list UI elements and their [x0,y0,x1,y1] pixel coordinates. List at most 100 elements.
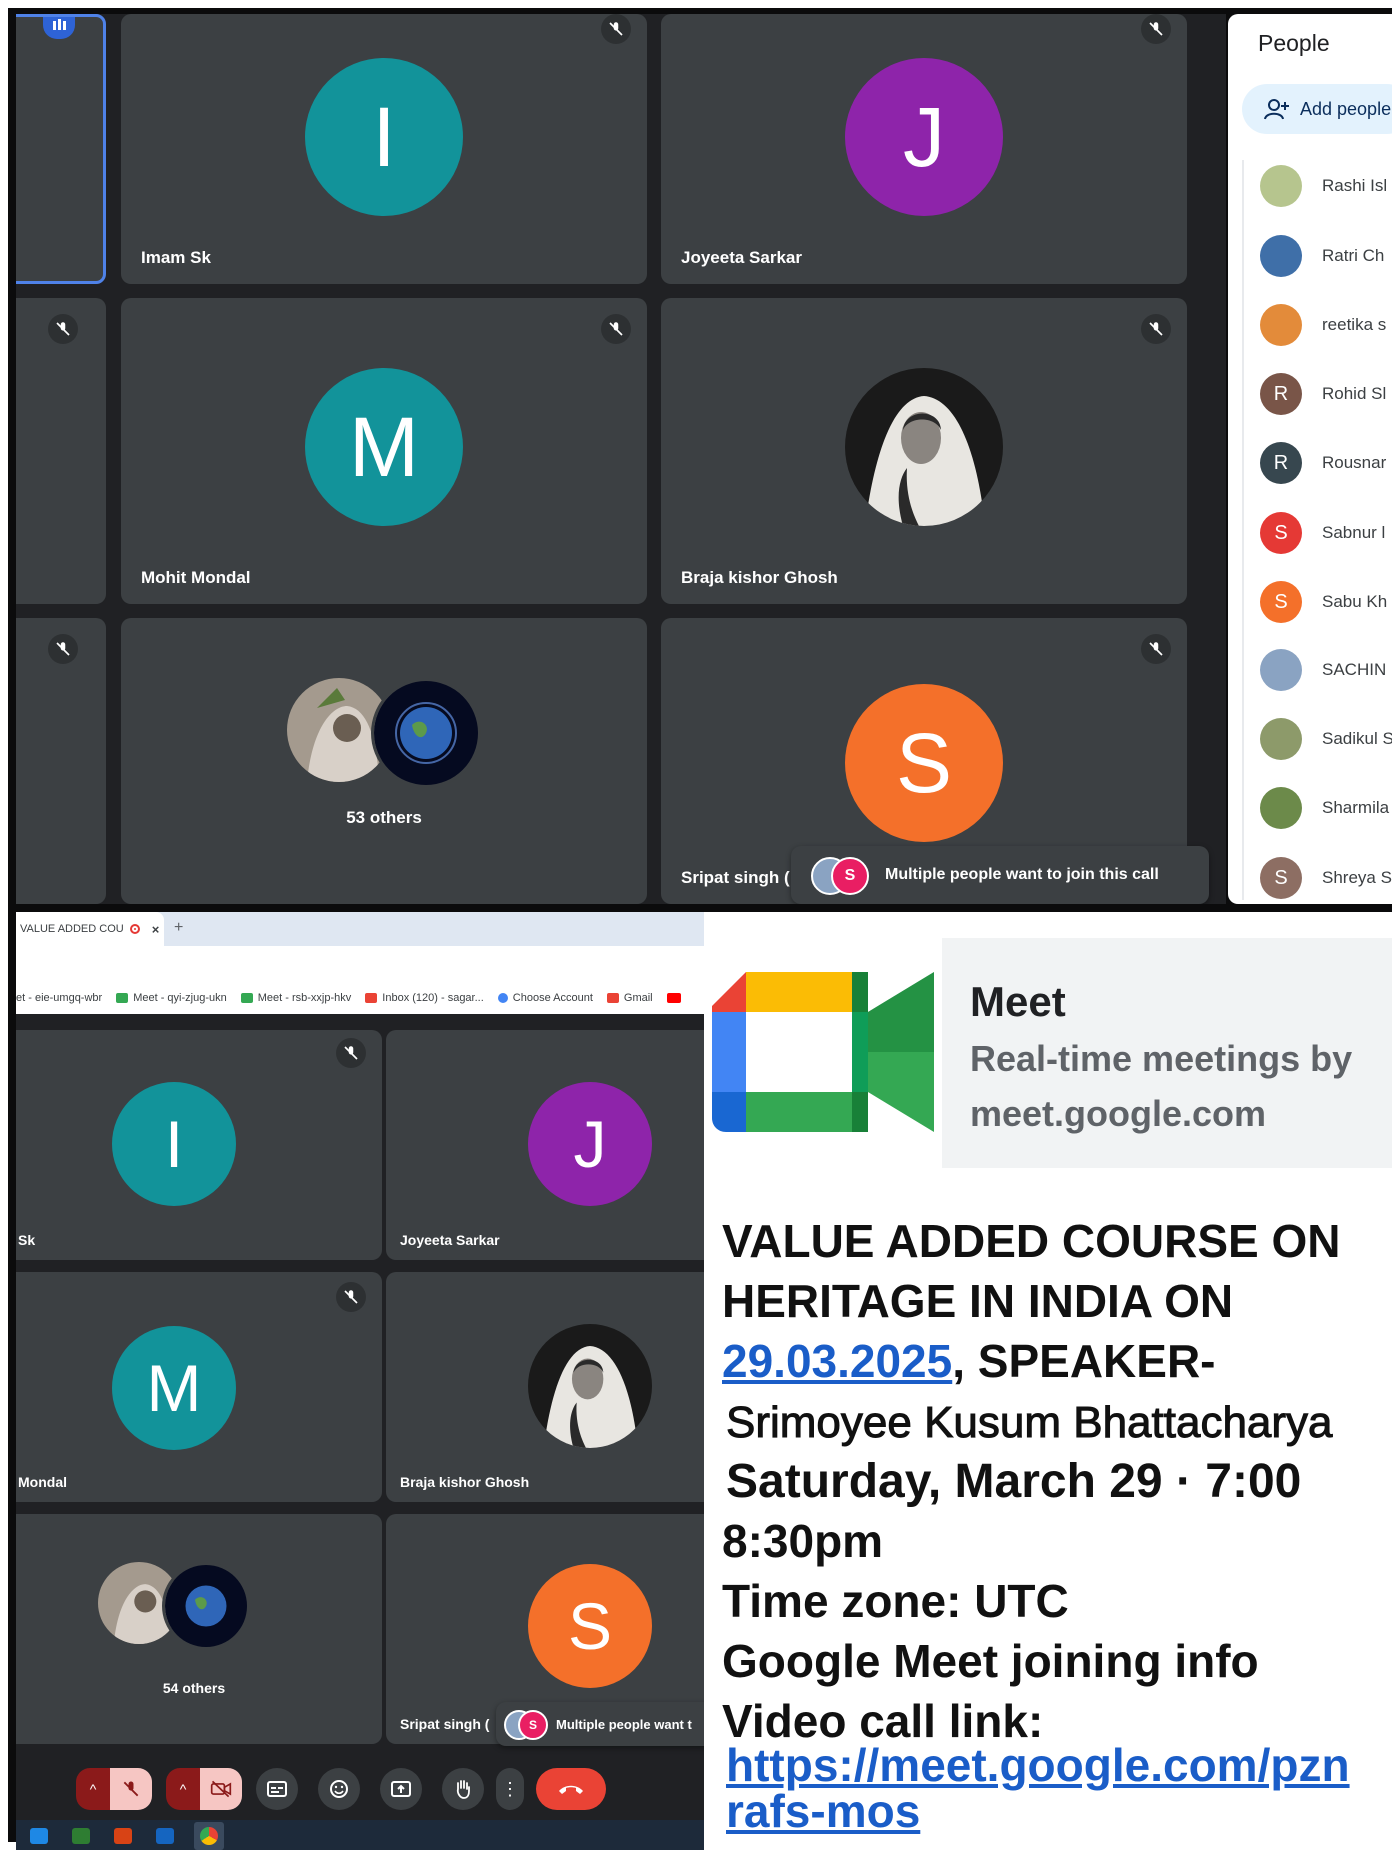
participant-tile-mohit-mondal[interactable]: M Mondal [16,1272,382,1502]
participant-row[interactable]: Sharmila [1260,786,1389,830]
second-meet-screenshot: VALUE ADDED COU × + et - eie-umgq-wbr Me… [16,912,704,1850]
participant-row-name: reetika s [1322,315,1387,334]
participant-row-name: Rashi Isl [1322,176,1388,195]
participant-row[interactable]: S Shreya S [1260,856,1392,900]
participant-row[interactable]: R Rohid Sl [1260,372,1386,416]
participant-row-name: Shreya S [1322,868,1392,887]
browser-tab[interactable]: VALUE ADDED COU × [16,912,164,946]
leave-call-button[interactable] [536,1768,606,1810]
bookmark-label: Meet - rsb-xxjp-hkv [257,992,352,1004]
join-request-notification[interactable]: S Multiple people want t [496,1702,704,1746]
mic-toggle-button[interactable] [110,1768,152,1810]
event-timezone: Time zone: UTC [722,1575,1069,1627]
participant-avatar: I [305,58,463,216]
participant-row[interactable]: Sadikul S [1260,717,1392,761]
bookmark-item[interactable]: Meet - qyi-zjug-ukn [116,992,227,1004]
participant-row[interactable]: Ratri Ch [1260,234,1384,278]
others-tile[interactable]: 54 others [16,1514,382,1744]
mic-options-button[interactable]: ^ [76,1768,110,1810]
participant-row[interactable]: S Sabnur l [1260,511,1385,555]
bookmark-item[interactable]: Gmail [606,992,653,1004]
people-panel: People Add people Rashi Isl Ratri Ch ree… [1228,14,1392,904]
event-title-line-1: VALUE ADDED COURSE ON [722,1215,1341,1267]
add-people-label: Add people [1300,98,1392,119]
participant-avatar: S [1260,857,1302,899]
more-options-button[interactable]: ⋮ [496,1768,524,1810]
chrome-taskbar-button[interactable] [194,1822,224,1850]
participant-name: Braja kishor Ghosh [400,1474,530,1490]
youtube-icon[interactable] [666,993,681,1003]
address-bar[interactable] [16,946,704,982]
join-request-notification[interactable]: S Multiple people want to join this call [791,846,1209,904]
meet-link-preview[interactable]: Meet Real-time meetings by meet.google.c… [704,938,1392,1168]
video-call-link-continued[interactable]: rafs-mos [726,1784,920,1838]
participant-photo [1260,165,1302,207]
participant-tile-joyeeta-sarkar[interactable]: J Joyeeta Sarkar [661,14,1187,284]
emoji-icon [330,1780,348,1798]
participant-avatar: S [1260,581,1302,623]
requester-avatar: S [831,857,869,895]
camera-options-button[interactable]: ^ [166,1768,200,1810]
participant-avatar: J [528,1082,652,1206]
participant-name: Sk [18,1232,36,1248]
bookmark-item[interactable]: Meet - rsb-xxjp-hkv [240,992,352,1004]
camera-toggle-button[interactable] [200,1768,242,1810]
participant-name: Mohit Mondal [141,568,251,587]
bookmark-label: Gmail [623,992,653,1004]
bookmark-item[interactable]: et - eie-umgq-wbr [16,992,102,1004]
chrome-icon [200,1827,218,1845]
event-date-link[interactable]: 29.03.2025 [722,1335,952,1387]
preview-url: meet.google.com [970,1093,1267,1134]
participant-tile-braja-kishor-ghosh[interactable]: Braja kishor Ghosh [661,298,1187,604]
mail-app-icon[interactable] [30,1828,48,1844]
participant-avatar: M [112,1326,236,1450]
mic-off-icon [48,634,78,664]
others-tile[interactable]: 53 others [121,618,647,904]
participant-row[interactable]: Rashi Isl [1260,164,1387,208]
captions-icon [267,1781,287,1797]
reactions-button[interactable] [318,1768,360,1810]
gmail-icon [365,993,378,1003]
tab-title: VALUE ADDED COU [20,923,124,935]
close-tab-icon[interactable]: × [152,922,160,937]
others-count: 53 others [346,808,422,827]
participant-row[interactable]: R Rousnar [1260,441,1386,485]
others-count: 54 others [162,1680,226,1696]
participant-avatar: S [1260,512,1302,554]
captions-button[interactable] [256,1768,298,1810]
participant-tile-braja-kishor-ghosh[interactable]: Braja kishor Ghosh [386,1272,704,1502]
participant-tile-mohit-mondal[interactable]: M Mohit Mondal [121,298,647,604]
participant-avatar: J [845,58,1003,216]
participant-row-name: Sabnur l [1322,523,1386,542]
participant-tile-joyeeta-sarkar[interactable]: J Joyeeta Sarkar [386,1030,704,1260]
add-person-icon [1264,98,1290,120]
word-app-icon[interactable] [156,1828,174,1844]
present-button[interactable] [380,1768,422,1810]
participant-row[interactable]: reetika s [1260,303,1386,347]
bookmark-item[interactable]: Choose Account [497,992,593,1004]
new-tab-button[interactable]: + [174,919,183,937]
speaker-label: , SPEAKER- [952,1335,1216,1387]
active-speaker-tile[interactable] [16,14,106,284]
gmail-icon [606,993,619,1003]
raise-hand-button[interactable] [442,1768,484,1810]
requester-avatars: S [811,857,869,895]
present-screen-icon [391,1781,411,1797]
participant-row[interactable]: SACHIN [1260,648,1386,692]
preview-description: Real-time meetings by [970,1038,1353,1079]
participant-tile-imam-sk[interactable]: I Sk [16,1030,382,1260]
bookmark-item[interactable]: Inbox (120) - sagar... [365,992,484,1004]
requester-avatars: S [504,1710,548,1740]
partial-tile[interactable] [16,618,106,904]
excel-app-icon[interactable] [72,1828,90,1844]
google-icon [497,993,508,1003]
top-meet-call: I Imam Sk J Joyeeta Sarkar M Mohit Monda… [16,14,1226,904]
partial-tile[interactable] [16,298,106,604]
powerpoint-app-icon[interactable] [114,1828,132,1844]
participant-avatar: R [1260,442,1302,484]
participant-row[interactable]: S Sabu Kh [1260,580,1387,624]
participant-tile-imam-sk[interactable]: I Imam Sk [121,14,647,284]
add-people-button[interactable]: Add people [1242,84,1392,134]
participant-row-name: Rousnar [1322,453,1387,472]
participant-row-name: Sharmila [1322,798,1390,817]
